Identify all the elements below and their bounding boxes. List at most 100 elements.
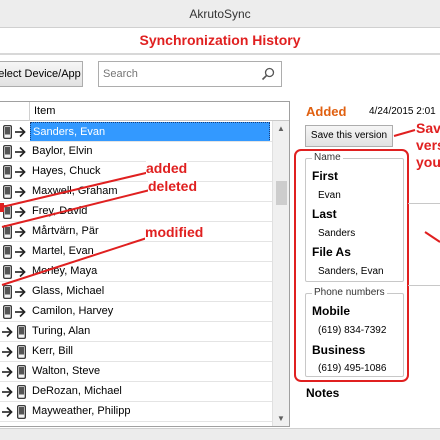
sync-direction-icons: [0, 122, 30, 142]
arrow-right-icon: [15, 266, 26, 281]
arrow-right-icon: [15, 186, 26, 201]
list-item[interactable]: Mayweather, Philipp: [0, 402, 272, 422]
search-input[interactable]: [103, 66, 253, 82]
list-item[interactable]: Maxwell, Graham: [0, 182, 272, 202]
phone-icon: [3, 245, 12, 262]
sync-direction-icons: [0, 402, 30, 422]
file-as-value[interactable]: Sanders, Evan: [318, 266, 384, 277]
list-item[interactable]: Glass, Michael: [0, 282, 272, 302]
list-item[interactable]: DeRozan, Michael: [0, 382, 272, 402]
list-item[interactable]: Kerr, Bill: [0, 342, 272, 362]
list-item[interactable]: Morley, Maya: [0, 262, 272, 282]
title-bar: AkrutoSync: [0, 0, 440, 28]
list-item[interactable]: Mårtvärn, Pär: [0, 222, 272, 242]
phone-icon: [17, 385, 26, 402]
sync-direction-icons: [0, 282, 30, 302]
list-item[interactable]: Turing, Alan: [0, 322, 272, 342]
annotation-deleted: deleted: [148, 178, 198, 194]
business-label: Business: [312, 343, 366, 357]
window-title: AkrutoSync: [189, 7, 251, 21]
arrow-right-icon: [2, 406, 13, 421]
phone-group-legend: Phone numbers: [312, 287, 387, 298]
search-box[interactable]: [98, 61, 282, 87]
phone-icon: [3, 145, 12, 162]
phone-icon: [3, 305, 12, 322]
annotation-side-line: vers: [416, 137, 440, 153]
scroll-up-icon[interactable]: ▲: [273, 121, 289, 137]
phone-icon: [3, 125, 12, 142]
list-item-label: Turing, Alan: [32, 325, 91, 337]
list-item[interactable]: Sanders, Evan: [0, 122, 272, 142]
arrow-right-icon: [2, 386, 13, 401]
sync-direction-icons: [0, 142, 30, 162]
sync-direction-icons: [0, 182, 30, 202]
scrollbar-thumb[interactable]: [276, 181, 287, 205]
page-title: Synchronization History: [139, 32, 301, 48]
list-item[interactable]: Walton, Steve: [0, 362, 272, 382]
list-item-label: Kerr, Bill: [32, 345, 73, 357]
list-item[interactable]: Martel, Evan: [0, 242, 272, 262]
business-value[interactable]: (619) 495-1086: [318, 363, 386, 374]
list-item-label: Morley, Maya: [32, 265, 98, 277]
divider: [0, 53, 440, 55]
list-item-label: Walton, Steve: [32, 365, 101, 377]
annotation-added: added: [146, 160, 188, 176]
phone-icon: [3, 265, 12, 282]
timestamp: 4/24/2015 2:01: [369, 106, 436, 117]
phone-icon: [17, 345, 26, 362]
annotation-side-note: Sav vers you: [416, 120, 440, 171]
list-item-label: Frey, David: [32, 205, 88, 217]
list-item-label: Sanders, Evan: [30, 122, 270, 142]
arrow-right-icon: [2, 326, 13, 341]
arrow-right-icon: [15, 126, 26, 141]
phone-icon: [3, 185, 12, 202]
arrow-right-icon: [15, 246, 26, 261]
phone-icon: [17, 325, 26, 342]
phone-icon: [3, 285, 12, 302]
panel-divider: [408, 285, 440, 286]
arrow-right-icon: [15, 306, 26, 321]
first-value[interactable]: Evan: [318, 190, 341, 201]
name-group-legend: Name: [312, 152, 343, 163]
list-item[interactable]: Frey, David: [0, 202, 272, 222]
scroll-down-icon[interactable]: ▼: [273, 411, 289, 426]
list-item-label: DeRozan, Michael: [32, 385, 122, 397]
arrow-right-icon: [15, 146, 26, 161]
sync-direction-icons: [0, 362, 30, 382]
annotation-side-line: Sav: [416, 120, 440, 136]
status-label: Added: [306, 104, 347, 119]
phone-icon: [3, 205, 12, 222]
vertical-scrollbar[interactable]: ▲ ▼: [272, 121, 289, 426]
arrow-right-icon: [15, 226, 26, 241]
select-device-button[interactable]: elect Device/App: [0, 61, 83, 87]
list-item[interactable]: Hayes, Chuck: [0, 162, 272, 182]
column-header-item[interactable]: Item: [34, 105, 55, 117]
sync-direction-icons: [0, 242, 30, 262]
row-divider: [0, 421, 272, 422]
phone-icon: [17, 365, 26, 382]
sync-direction-icons: [0, 342, 30, 362]
sync-direction-icons: [0, 262, 30, 282]
first-label: First: [312, 169, 339, 183]
last-value[interactable]: Sanders: [318, 228, 355, 239]
list-item-label: Baylor, Elvin: [32, 145, 93, 157]
arrow-right-icon: [15, 286, 26, 301]
sync-direction-icons: [0, 302, 30, 322]
list-item[interactable]: Camilon, Harvey: [0, 302, 272, 322]
notes-label: Notes: [306, 386, 340, 400]
sync-direction-icons: [0, 202, 30, 222]
mobile-value[interactable]: (619) 834-7392: [318, 325, 386, 336]
sync-direction-icons: [0, 222, 30, 242]
search-icon[interactable]: [261, 67, 275, 84]
list-item[interactable]: Baylor, Elvin: [0, 142, 272, 162]
sync-direction-icons: [0, 322, 30, 342]
list-header: Item: [0, 102, 289, 121]
panel-divider: [408, 203, 440, 204]
status-bar: [0, 428, 440, 440]
save-version-button[interactable]: Save this version: [305, 125, 393, 147]
history-list[interactable]: Item Sanders, Evan Baylor, Elvin Hayes, Ch…: [0, 101, 290, 427]
list-item-label: Glass, Michael: [32, 285, 105, 297]
file-as-label: File As: [312, 245, 351, 259]
mobile-label: Mobile: [312, 304, 350, 318]
sync-direction-icons: [0, 162, 30, 182]
